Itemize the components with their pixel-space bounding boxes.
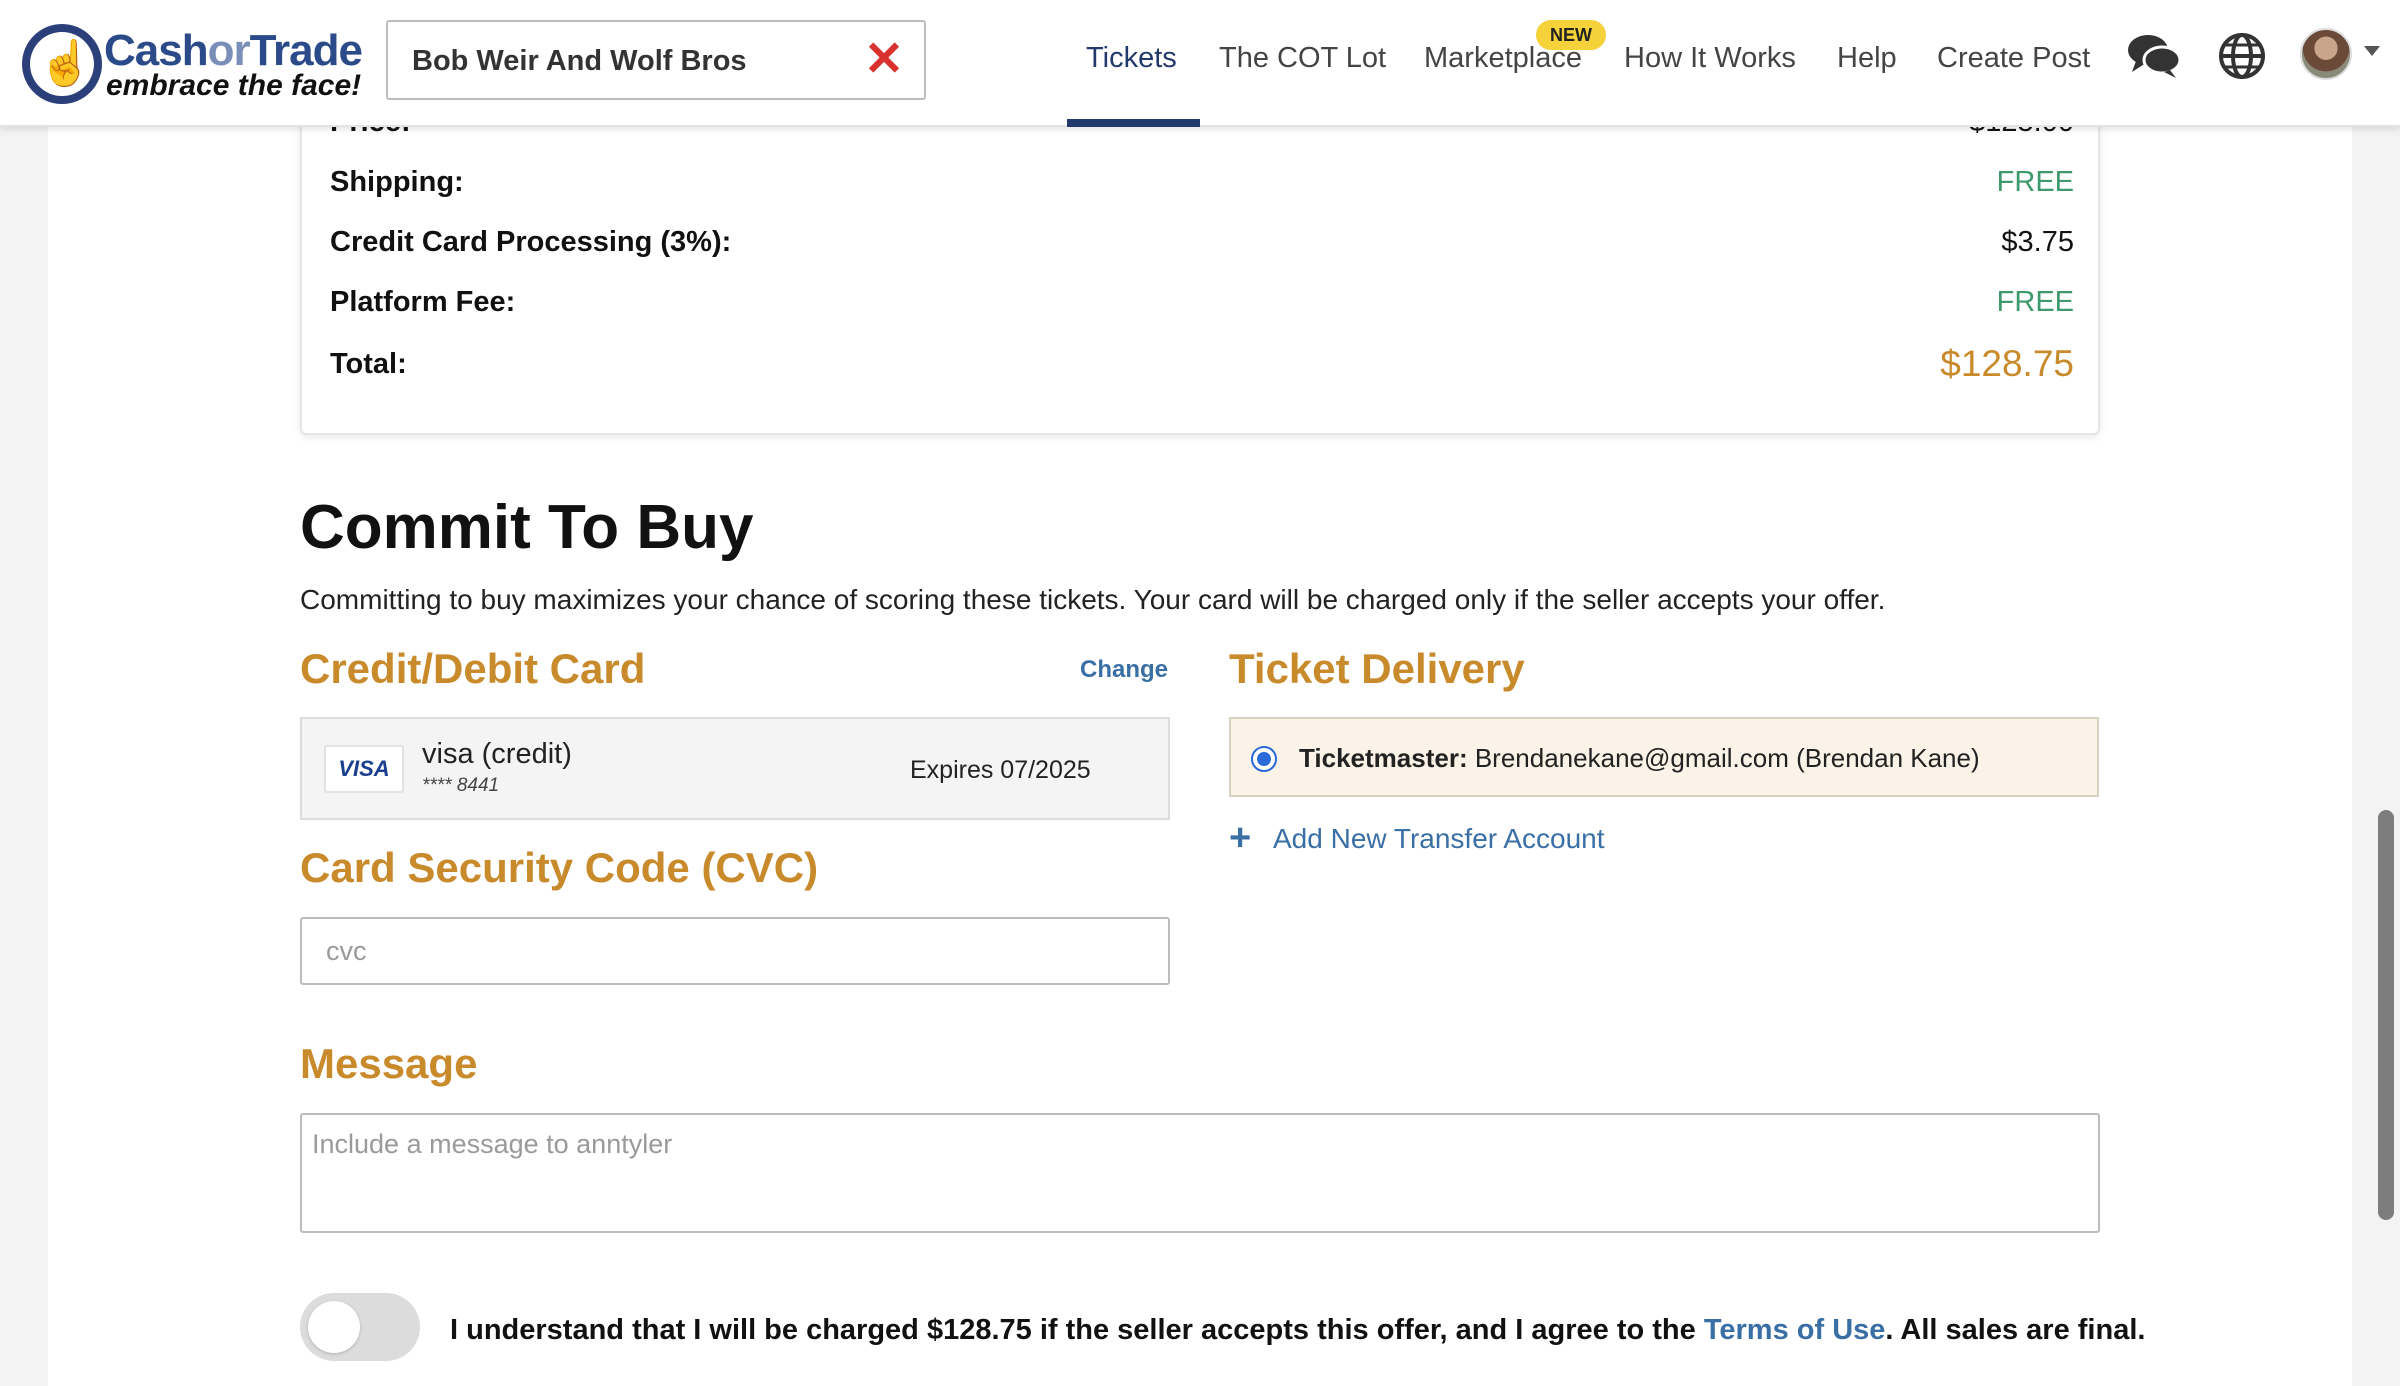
nav-how-it-works[interactable]: How It Works bbox=[1624, 40, 1796, 76]
plus-icon: + bbox=[1229, 817, 1252, 859]
cvc-section-title: Card Security Code (CVC) bbox=[300, 844, 819, 891]
add-transfer-account-label: Add New Transfer Account bbox=[1273, 823, 1605, 854]
card-section-title: Credit/Debit Card bbox=[300, 645, 646, 692]
cvc-input[interactable] bbox=[300, 917, 1170, 985]
summary-total-value: $128.75 bbox=[1940, 343, 2074, 384]
summary-label: Shipping: bbox=[330, 166, 464, 198]
delivery-section-title: Ticket Delivery bbox=[1229, 645, 1525, 692]
close-icon[interactable]: ✕ bbox=[858, 34, 910, 86]
summary-label: Credit Card Processing (3%): bbox=[330, 226, 732, 258]
summary-row-total: Total: $128.75 bbox=[330, 344, 2074, 384]
chat-bubbles-icon[interactable] bbox=[2126, 28, 2182, 84]
card-number: **** 8441 bbox=[422, 775, 500, 796]
change-card-link[interactable]: Change bbox=[1080, 655, 1168, 685]
visa-logo-icon: VISA bbox=[324, 745, 404, 793]
card-expiry: Expires 07/2025 bbox=[910, 756, 1091, 784]
page-title: Commit To Buy bbox=[300, 493, 754, 562]
saved-card[interactable]: VISA visa (credit) **** 8441 Expires 07/… bbox=[300, 717, 1170, 820]
message-section-title: Message bbox=[300, 1040, 478, 1087]
agree-toggle[interactable] bbox=[300, 1293, 420, 1361]
message-textarea[interactable] bbox=[300, 1113, 2100, 1233]
logo-hand-icon: ☝ bbox=[22, 24, 102, 104]
agreement-text: I understand that I will be charged $128… bbox=[450, 1314, 2146, 1346]
avatar[interactable] bbox=[2300, 28, 2352, 80]
nav-tickets[interactable]: Tickets bbox=[1086, 40, 1177, 76]
delivery-option[interactable]: Ticketmaster: Brendanekane@gmail.com (Br… bbox=[1229, 717, 2099, 797]
delivery-radio[interactable] bbox=[1251, 746, 1277, 772]
nav-active-indicator bbox=[1067, 119, 1200, 127]
summary-label: Total: bbox=[330, 348, 407, 380]
nav-create-post[interactable]: Create Post bbox=[1937, 40, 2090, 76]
summary-value: FREE bbox=[1996, 166, 2074, 198]
card-type: visa (credit) bbox=[422, 738, 572, 770]
summary-label: Platform Fee: bbox=[330, 286, 516, 318]
summary-row-platform-fee: Platform Fee: FREE bbox=[330, 282, 2074, 322]
event-search-field[interactable]: Bob Weir And Wolf Bros ✕ bbox=[386, 20, 926, 100]
globe-icon[interactable] bbox=[2214, 28, 2270, 84]
site-header: ☝ CashorTrade embrace the face! Bob Weir… bbox=[0, 0, 2400, 127]
delivery-option-text: Ticketmaster: Brendanekane@gmail.com (Br… bbox=[1299, 743, 1980, 773]
terms-of-use-link[interactable]: Terms of Use bbox=[1704, 1314, 1886, 1346]
nav-help[interactable]: Help bbox=[1837, 40, 1897, 76]
new-badge: NEW bbox=[1536, 20, 1606, 50]
summary-row-processing: Credit Card Processing (3%): $3.75 bbox=[330, 222, 2074, 262]
summary-value: $3.75 bbox=[2001, 226, 2074, 258]
search-input[interactable]: Bob Weir And Wolf Bros bbox=[412, 44, 747, 78]
summary-row-shipping: Shipping: FREE bbox=[330, 162, 2074, 202]
site-logo[interactable]: ☝ CashorTrade embrace the face! bbox=[22, 24, 363, 106]
summary-value: FREE bbox=[1996, 286, 2074, 318]
chevron-down-icon[interactable] bbox=[2364, 46, 2380, 56]
commit-description: Committing to buy maximizes your chance … bbox=[300, 584, 1886, 615]
logo-wordmark: CashorTrade bbox=[104, 26, 363, 75]
page-scrollbar[interactable] bbox=[2378, 810, 2394, 1220]
nav-cot-lot[interactable]: The COT Lot bbox=[1219, 40, 1386, 76]
logo-tagline: embrace the face! bbox=[106, 69, 362, 102]
